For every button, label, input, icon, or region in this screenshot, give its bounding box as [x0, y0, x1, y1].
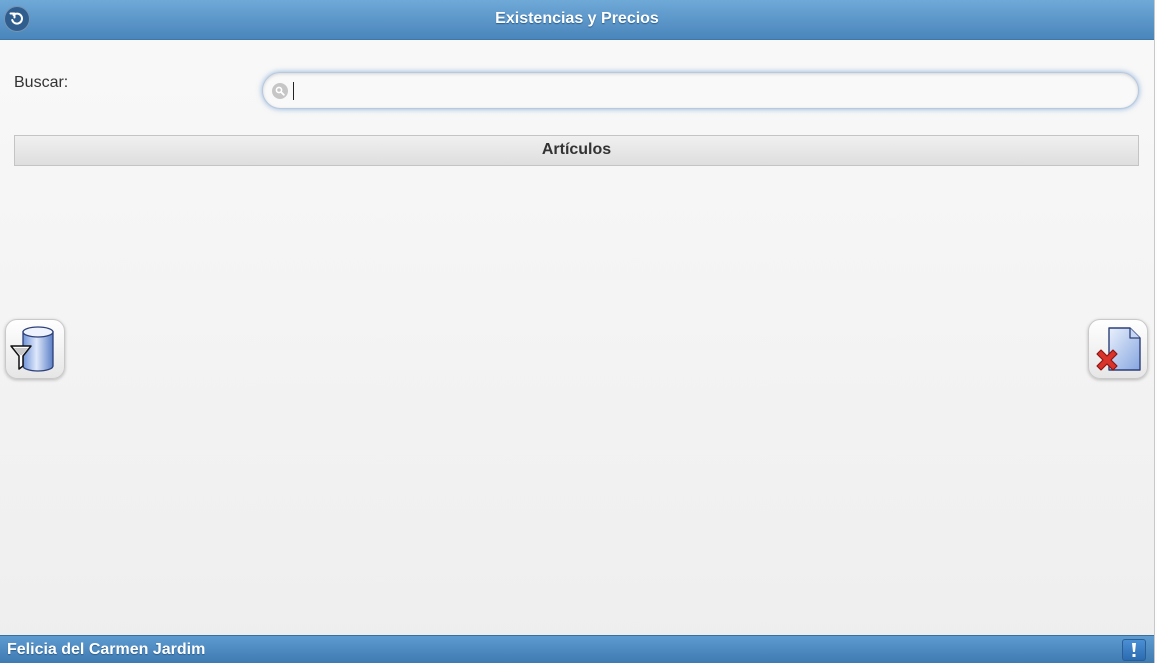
filter-button[interactable]: [5, 319, 65, 379]
app-page: Existencias y Precios Buscar: Artículos: [0, 0, 1154, 663]
text-caret: [293, 82, 294, 100]
search-icon: [272, 83, 288, 99]
page-title: Existencias y Precios: [495, 10, 659, 27]
database-filter-icon: [10, 326, 54, 372]
clear-document-button[interactable]: [1088, 319, 1148, 379]
search-input[interactable]: [291, 77, 1130, 104]
articles-list-header: Artículos: [14, 135, 1139, 166]
exclamation-icon: [1132, 643, 1136, 657]
alert-button[interactable]: [1122, 639, 1146, 661]
header-bar: Existencias y Precios: [0, 0, 1154, 40]
footer-bar: Felicia del Carmen Jardim: [0, 635, 1154, 663]
current-user-name: Felicia del Carmen Jardim: [7, 641, 206, 658]
document-delete-icon: [1096, 327, 1141, 371]
search-field[interactable]: [262, 72, 1139, 109]
search-label: Buscar:: [14, 74, 69, 91]
